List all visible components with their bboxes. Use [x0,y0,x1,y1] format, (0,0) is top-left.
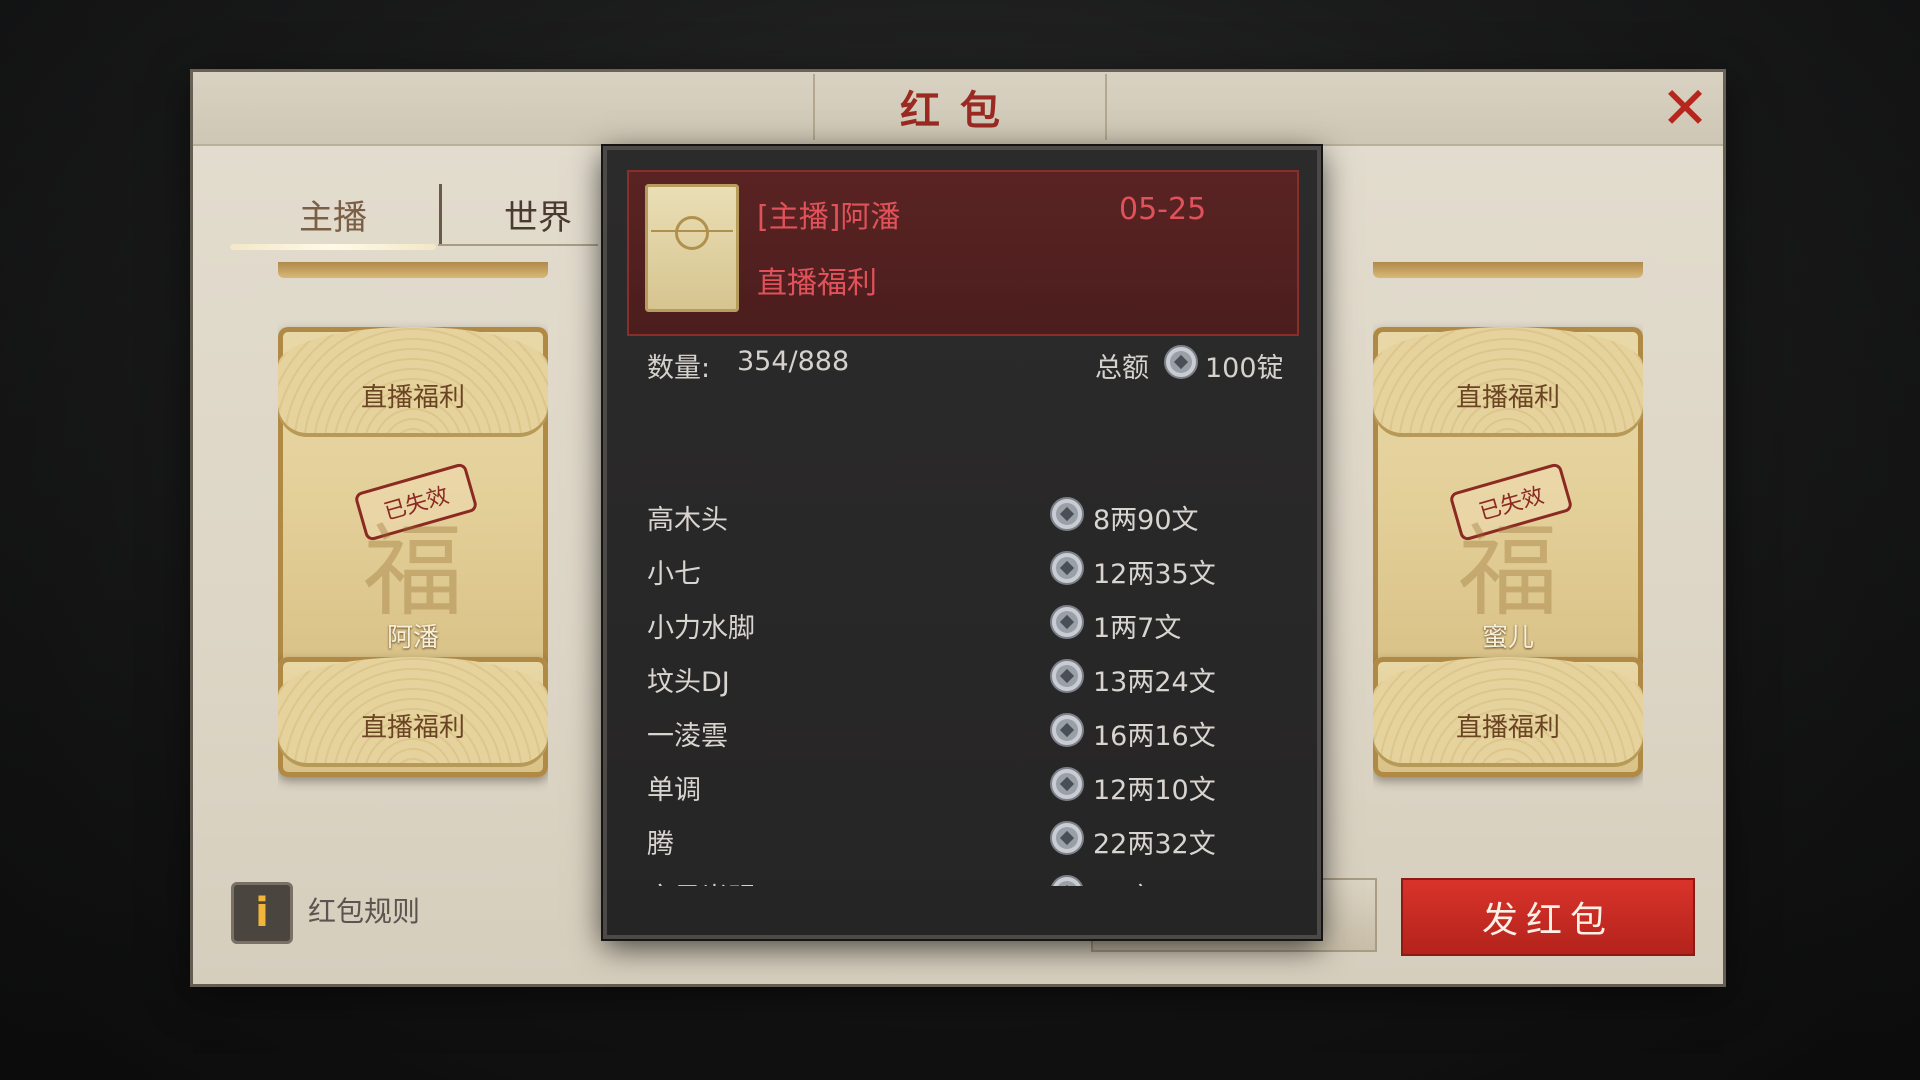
claim-row: 单调 12两10文 [607,760,1309,814]
claimer-name: 小力水脚 [647,613,755,644]
coin-icon [1049,820,1085,856]
red-packet-list-right[interactable]: 直播福利 已失效 福 蜜儿 直播福利 [1373,262,1643,912]
claim-amount: 22两32文 [1093,829,1216,860]
claim-row: 腾 22两32文 [607,814,1309,868]
coin-icon [1049,766,1085,802]
red-packet-list-left[interactable]: 直播福利 已失效 福 阿潘 直播福利 [278,262,548,912]
red-packet-detail-popup: [主播]阿潘 05-25 直播福利 数量: 354/888 总额 100锭 高木… [603,146,1321,939]
claims-list[interactable]: 高木头 8两90文小七 12两35文小力水脚 1两7文坟头DJ 13两24文一淩雲 16两… [607,490,1309,886]
close-icon[interactable]: ✕ [1655,78,1715,138]
envelope-seal [675,216,709,250]
fortune-emblem-icon: 福 [363,513,463,630]
envelope-card[interactable]: 直播福利 已失效 福 阿潘 [278,327,548,682]
envelope-header-label: 直播福利 [360,383,465,413]
claim-amount: 12两10文 [1093,775,1216,806]
tab-baseline [438,244,598,246]
total-value: 100锭 [1205,353,1284,384]
envelope-card-stub [278,262,548,278]
send-red-packet-button[interactable]: 发红包 [1401,878,1695,956]
count-value: 354/888 [737,346,850,377]
coin-icon [1049,712,1085,748]
claim-row: 坟头DJ 13两24文 [607,652,1309,706]
envelope-header-label: 直播福利 [360,713,465,743]
envelope-header-label: 直播福利 [1455,713,1560,743]
claim-row: 高木头 8两90文 [607,490,1309,544]
coin-icon [1049,496,1085,532]
tab-streamer[interactable]: 主播 [233,182,433,246]
envelope-sender: 阿潘 [386,623,439,653]
detail-title: 直播福利 [757,266,877,301]
coin-icon [1163,344,1199,380]
info-icon[interactable]: i [231,882,293,944]
claimer-name: 小七 [647,559,701,590]
claim-amount: 8两90文 [1093,505,1199,536]
dialog-title: 红包 [900,87,1020,134]
claim-amount: 61文 [1093,876,1154,886]
coin-icon [1049,658,1085,694]
title-plaque: 红包 [813,74,1107,140]
claim-row: 小力水脚 1两7文 [607,598,1309,652]
claim-amount: 16两16文 [1093,721,1216,752]
coin-icon [1049,550,1085,586]
detail-header: [主播]阿潘 05-25 直播福利 [627,170,1299,336]
envelope-icon [645,184,739,312]
tab-world-label: 世界 [504,197,572,238]
envelope-card[interactable]: 直播福利 已失效 福 蜜儿 [1373,327,1643,682]
fortune-emblem-icon: 福 [1458,513,1558,630]
claim-row: 小七 12两35文 [607,544,1309,598]
claim-row: 一淩雲 16两16文 [607,706,1309,760]
claimer-name: 坟头DJ [647,667,730,698]
claim-amount: 12两35文 [1093,559,1216,590]
envelope-card[interactable]: 直播福利 [1373,657,1643,777]
coin-icon [1049,604,1085,640]
envelope-card-stub [1373,262,1643,278]
envelope-card[interactable]: 直播福利 [278,657,548,777]
claim-amount: 13两24文 [1093,667,1216,698]
envelope-header-label: 直播福利 [1455,383,1560,413]
claimer-name: 文风尚明 [647,876,755,886]
envelope-sender: 蜜儿 [1481,623,1534,653]
tab-streamer-label: 主播 [299,197,367,238]
dialog-title-bar: 红包 ✕ [193,72,1723,146]
claimer-name: 高木头 [647,505,728,536]
claim-amount: 1两7文 [1093,613,1182,644]
claimer-name: 腾 [647,829,674,860]
count-label: 数量: [647,353,711,384]
coin-icon [1049,874,1085,886]
active-tab-indicator [230,244,436,250]
total-label: 总额 [1095,353,1149,384]
claimer-name: 单调 [647,775,701,806]
rules-link[interactable]: 红包规则 [308,890,420,930]
claim-row: 文风尚明 61文 [607,868,1309,886]
claimer-name: 一淩雲 [647,721,728,752]
detail-sender: [主播]阿潘 [757,200,901,235]
detail-date: 05-25 [1119,192,1207,227]
